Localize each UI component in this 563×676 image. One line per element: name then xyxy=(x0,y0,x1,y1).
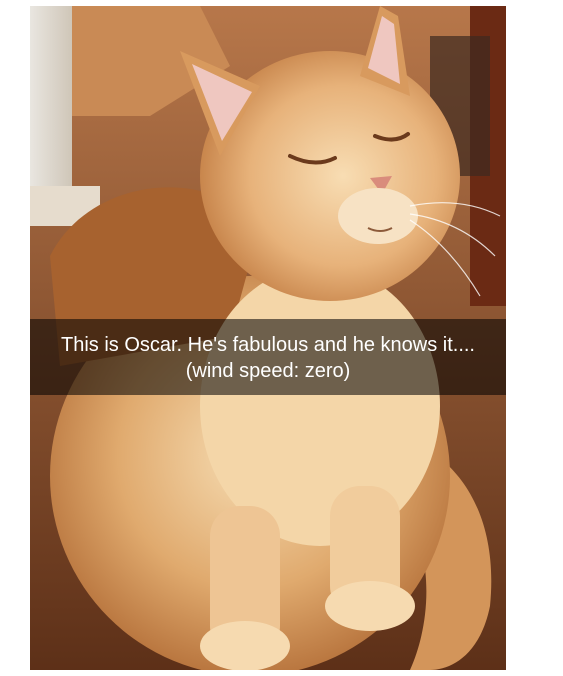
snap-caption-bar: This is Oscar. He's fabulous and he know… xyxy=(30,319,506,395)
cat-paw-left xyxy=(200,621,290,670)
caption-text-line-1: This is Oscar. He's fabulous and he know… xyxy=(60,334,475,356)
snapchat-photo: This is Oscar. He's fabulous and he know… xyxy=(30,6,506,670)
cat-muzzle xyxy=(338,188,418,244)
cat-chest xyxy=(200,266,440,546)
cat-paw-right xyxy=(325,581,415,631)
caption-text-line-2: (wind speed: zero) xyxy=(185,360,351,382)
wall xyxy=(30,6,72,206)
